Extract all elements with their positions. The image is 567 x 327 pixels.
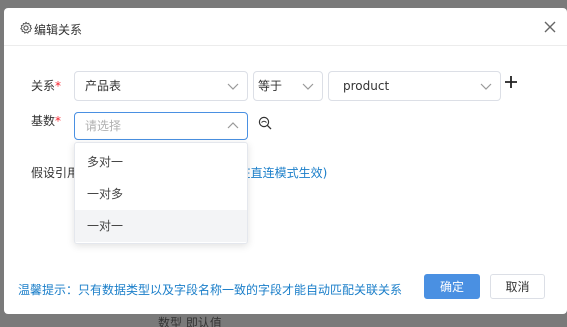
operator-select-value: 等于 <box>258 79 283 93</box>
field-select-value: product <box>343 79 390 93</box>
required-mark: * <box>55 114 62 128</box>
close-icon[interactable] <box>543 20 557 34</box>
cardinality-dropdown: 多对一 一对多 一对一 <box>74 142 248 244</box>
footer-tip: 温馨提示：只有数据类型以及字段名称一致的字段才能自动匹配关联关系 <box>18 283 403 297</box>
dropdown-option-one-to-one[interactable]: 一对一 <box>75 210 247 242</box>
table-select-value: 产品表 <box>85 79 122 93</box>
search-icon[interactable] <box>258 116 272 130</box>
chevron-up-icon <box>227 122 239 129</box>
chevron-down-icon <box>302 83 314 90</box>
direct-mode-hint: (在直连模式生效) <box>234 166 328 180</box>
chevron-down-icon <box>227 83 239 90</box>
gear-icon <box>20 21 33 34</box>
dropdown-option-one-to-many[interactable]: 一对多 <box>75 178 247 210</box>
chevron-down-icon <box>480 83 492 90</box>
edit-relation-dialog: 编辑关系 关系* 产品表 等于 product 基数* 请选择 假设引用 (在直… <box>4 8 567 314</box>
operator-select[interactable]: 等于 <box>253 71 323 101</box>
hidden-field-label: 假设引用 <box>31 166 80 180</box>
dropdown-option-many-to-one[interactable]: 多对一 <box>75 146 247 178</box>
table-select[interactable]: 产品表 <box>74 71 248 101</box>
cardinality-select[interactable]: 请选择 <box>74 112 248 140</box>
cardinality-label: 基数* <box>31 114 62 128</box>
add-relation-icon[interactable] <box>504 75 518 89</box>
cancel-button[interactable]: 取消 <box>490 274 545 299</box>
required-mark: * <box>55 79 62 93</box>
relation-label: 关系* <box>31 79 62 93</box>
confirm-button[interactable]: 确定 <box>424 274 480 299</box>
field-select[interactable]: product <box>328 71 501 101</box>
background-partial-text: 数型 即认值 <box>158 316 222 327</box>
dialog-header: 编辑关系 <box>4 8 567 46</box>
dialog-title: 编辑关系 <box>34 23 83 37</box>
cardinality-placeholder: 请选择 <box>85 119 122 133</box>
